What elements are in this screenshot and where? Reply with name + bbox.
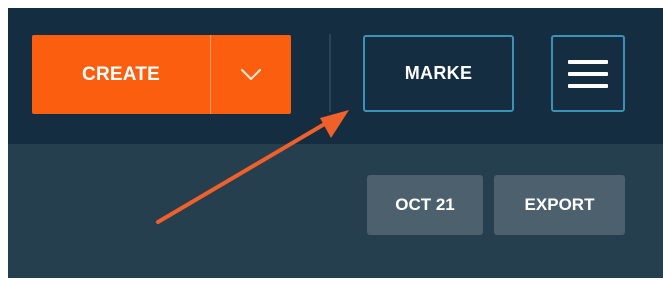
date-button[interactable]: OCT 21 <box>367 175 483 235</box>
export-button-label: EXPORT <box>524 195 595 214</box>
hamburger-menu-icon <box>568 59 608 88</box>
marke-button[interactable]: MARKE <box>363 35 514 112</box>
menu-button[interactable] <box>551 35 625 112</box>
marke-button-label: MARKE <box>404 63 473 83</box>
create-button[interactable]: CREATE <box>32 35 210 114</box>
toolbar-divider <box>329 34 331 112</box>
create-dropdown-toggle[interactable] <box>211 35 291 114</box>
create-button-label: CREATE <box>82 63 160 85</box>
date-button-label: OCT 21 <box>395 195 455 214</box>
app-frame: CREATE MARKE OCT 21 EXPORT <box>0 0 663 281</box>
export-button[interactable]: EXPORT <box>494 175 625 235</box>
create-split-button: CREATE <box>32 35 291 114</box>
chevron-down-icon <box>240 68 262 80</box>
